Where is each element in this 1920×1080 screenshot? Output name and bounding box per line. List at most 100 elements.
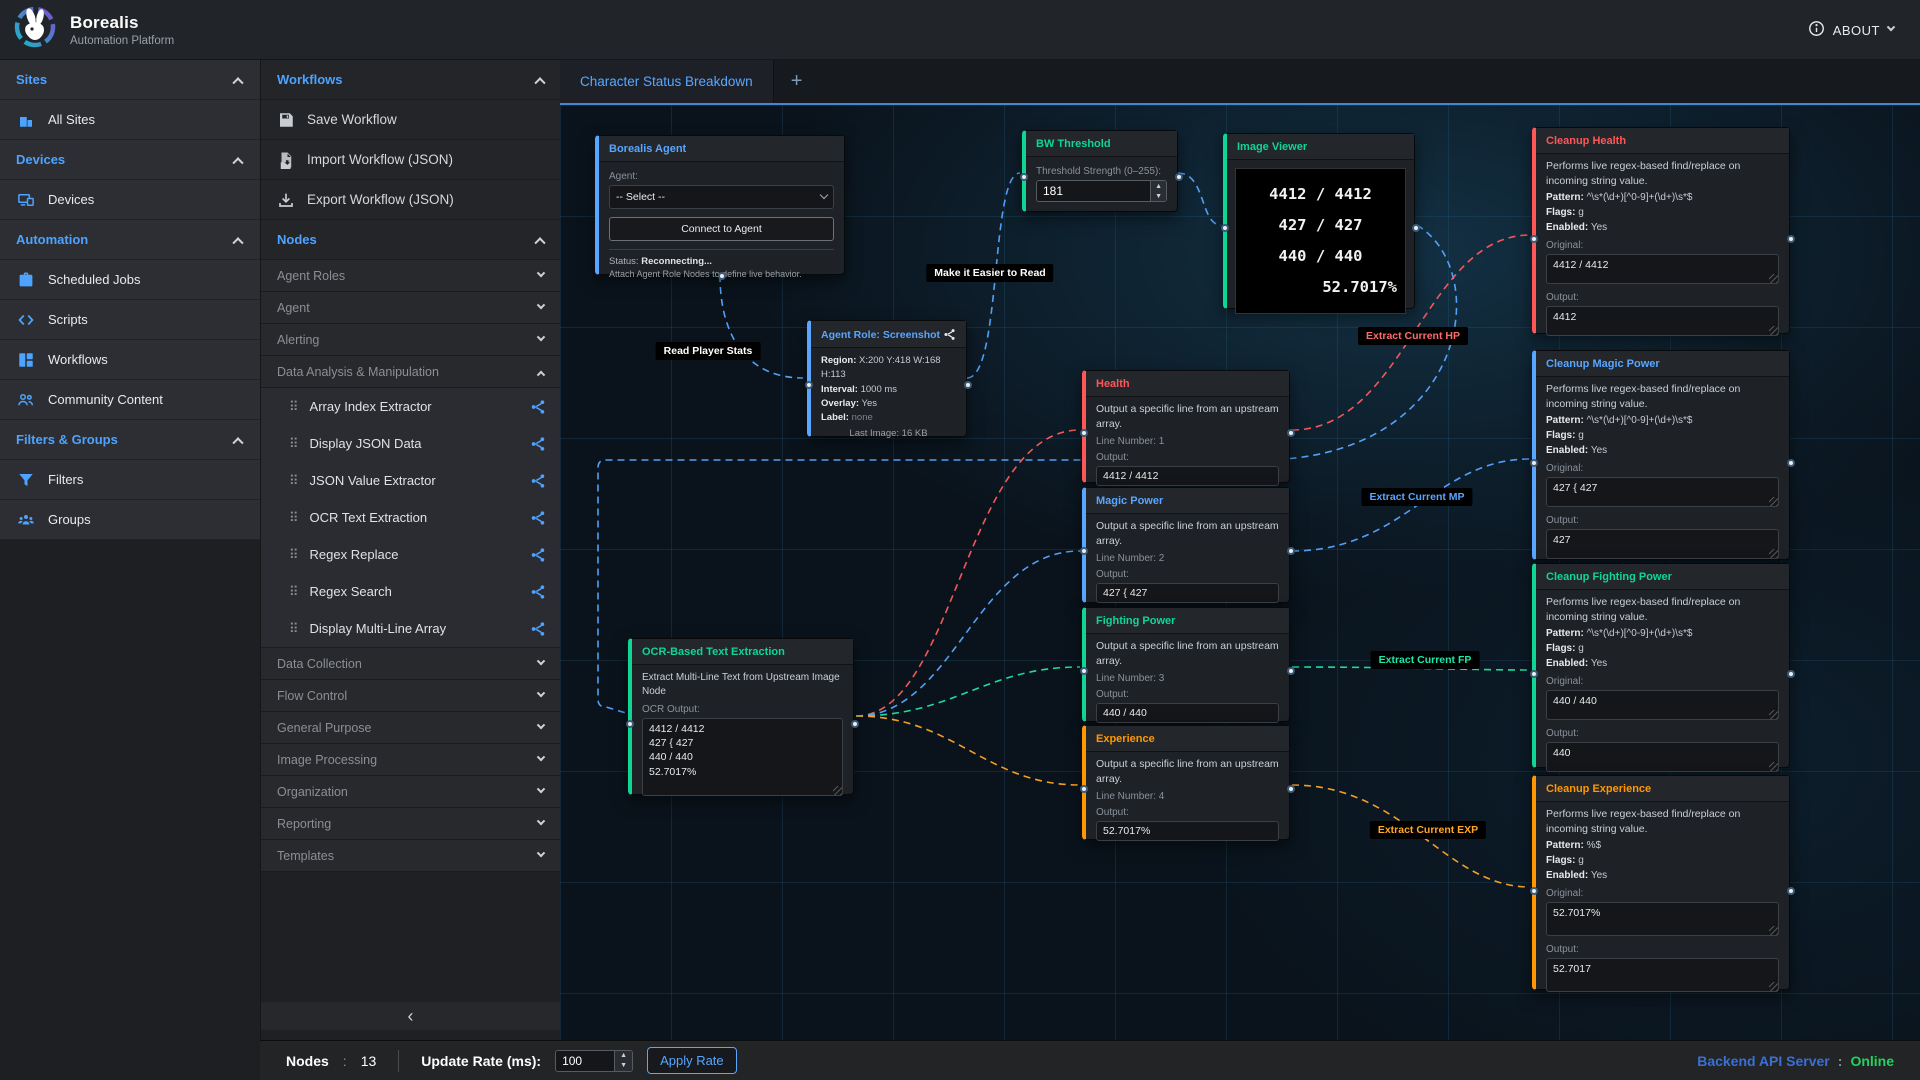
original-textarea[interactable]: 4412 / 4412 xyxy=(1546,254,1779,284)
node-fighting-power[interactable]: Fighting Power Output a specific line fr… xyxy=(1082,607,1290,722)
drag-handle-icon[interactable]: ⠿ xyxy=(289,510,298,526)
share-icon[interactable] xyxy=(530,621,546,637)
category-flow-control[interactable]: Flow Control xyxy=(261,680,560,712)
sidebar-item-all-sites[interactable]: All Sites xyxy=(0,100,260,140)
number-stepper[interactable]: ▲▼ xyxy=(614,1051,632,1071)
node-agent-role-screenshot[interactable]: Agent Role: Screenshot Region: X:200 Y:4… xyxy=(807,320,967,437)
category-templates[interactable]: Templates xyxy=(261,840,560,872)
palette-node-display-multi-line-array[interactable]: ⠿ Display Multi-Line Array xyxy=(261,610,560,647)
sidebar-section-sites[interactable]: Sites xyxy=(0,60,260,100)
output-field[interactable] xyxy=(1096,583,1279,603)
new-tab-button[interactable]: + xyxy=(774,60,820,103)
connector-dot[interactable] xyxy=(805,381,813,389)
category-agent[interactable]: Agent xyxy=(261,292,560,324)
node-borealis-agent[interactable]: Borealis Agent Agent: -- Select -- Conne… xyxy=(595,135,845,275)
agent-select[interactable]: -- Select -- xyxy=(609,185,834,209)
connector-dot[interactable] xyxy=(1287,667,1295,675)
sidebar-item-scripts[interactable]: Scripts xyxy=(0,300,260,340)
node-image-viewer[interactable]: Image Viewer 4412 / 4412 427 / 427 440 /… xyxy=(1223,133,1415,309)
share-icon[interactable] xyxy=(530,510,546,526)
drag-handle-icon[interactable]: ⠿ xyxy=(289,399,298,415)
connector-dot[interactable] xyxy=(1530,670,1538,678)
threshold-input[interactable] xyxy=(1037,181,1150,201)
node-health[interactable]: Health Output a specific line from an up… xyxy=(1082,370,1290,483)
drag-handle-icon[interactable]: ⠿ xyxy=(289,547,298,563)
category-organization[interactable]: Organization xyxy=(261,776,560,808)
category-agent-roles[interactable]: Agent Roles xyxy=(261,260,560,292)
connector-dot[interactable] xyxy=(1080,429,1088,437)
sidebar-section-filters-groups[interactable]: Filters & Groups xyxy=(0,420,260,460)
sidebar-item-community-content[interactable]: Community Content xyxy=(0,380,260,420)
connector-dot[interactable] xyxy=(1530,235,1538,243)
connector-dot[interactable] xyxy=(718,272,726,280)
import-workflow-button[interactable]: Import Workflow (JSON) xyxy=(261,140,560,180)
connector-dot[interactable] xyxy=(851,720,859,728)
palette-node-ocr-text-extraction[interactable]: ⠿ OCR Text Extraction xyxy=(261,499,560,536)
output-textarea[interactable]: 4412 xyxy=(1546,306,1779,336)
tab-character-status-breakdown[interactable]: Character Status Breakdown xyxy=(560,60,774,103)
node-cleanup-magic-power[interactable]: Cleanup Magic Power Performs live regex-… xyxy=(1532,350,1790,560)
node-cleanup-fighting-power[interactable]: Cleanup Fighting Power Performs live reg… xyxy=(1532,563,1790,768)
workflow-canvas[interactable]: Read Player Stats Make it Easier to Read… xyxy=(560,105,1920,1040)
original-textarea[interactable]: 440 / 440 xyxy=(1546,690,1779,720)
node-ocr-text-extraction[interactable]: OCR-Based Text Extraction Extract Multi-… xyxy=(628,638,854,795)
sidebar-item-workflows[interactable]: Workflows xyxy=(0,340,260,380)
node-bw-threshold[interactable]: BW Threshold Threshold Strength (0–255):… xyxy=(1022,130,1178,212)
export-workflow-button[interactable]: Export Workflow (JSON) xyxy=(261,180,560,220)
share-icon[interactable] xyxy=(530,547,546,563)
palette-node-json-value-extractor[interactable]: ⠿ JSON Value Extractor xyxy=(261,462,560,499)
connector-dot[interactable] xyxy=(964,381,972,389)
save-workflow-button[interactable]: Save Workflow xyxy=(261,100,560,140)
ocr-output-textarea[interactable]: 4412 / 4412 427 { 427 440 / 440 52.7017% xyxy=(642,718,843,796)
node-cleanup-health[interactable]: Cleanup Health Performs live regex-based… xyxy=(1532,127,1790,334)
palette-node-regex-replace[interactable]: ⠿ Regex Replace xyxy=(261,536,560,573)
connector-dot[interactable] xyxy=(1530,887,1538,895)
update-rate-input[interactable] xyxy=(556,1051,614,1071)
collapse-sidebar-button[interactable]: ‹ xyxy=(261,1002,560,1030)
category-reporting[interactable]: Reporting xyxy=(261,808,560,840)
category-data-collection[interactable]: Data Collection xyxy=(261,648,560,680)
share-icon[interactable] xyxy=(530,473,546,489)
category-data-analysis[interactable]: Data Analysis & Manipulation xyxy=(261,356,560,388)
category-general-purpose[interactable]: General Purpose xyxy=(261,712,560,744)
drag-handle-icon[interactable]: ⠿ xyxy=(289,473,298,489)
connector-dot[interactable] xyxy=(1175,173,1183,181)
output-textarea[interactable]: 427 xyxy=(1546,529,1779,559)
sidebar-item-filters[interactable]: Filters xyxy=(0,460,260,500)
connect-to-agent-button[interactable]: Connect to Agent xyxy=(609,217,834,241)
sidebar-item-groups[interactable]: Groups xyxy=(0,500,260,540)
output-field[interactable] xyxy=(1096,703,1279,723)
connector-dot[interactable] xyxy=(1787,887,1795,895)
connector-dot[interactable] xyxy=(1020,173,1028,181)
output-field[interactable] xyxy=(1096,466,1279,486)
sidebar-item-devices[interactable]: Devices xyxy=(0,180,260,220)
palette-node-regex-search[interactable]: ⠿ Regex Search xyxy=(261,573,560,610)
apply-rate-button[interactable]: Apply Rate xyxy=(647,1047,737,1074)
palette-section-nodes[interactable]: Nodes xyxy=(261,220,560,260)
connector-dot[interactable] xyxy=(626,720,634,728)
drag-handle-icon[interactable]: ⠿ xyxy=(289,584,298,600)
original-textarea[interactable]: 427 { 427 xyxy=(1546,477,1779,507)
connector-dot[interactable] xyxy=(1080,667,1088,675)
palette-section-workflows[interactable]: Workflows xyxy=(261,60,560,100)
palette-node-display-json-data[interactable]: ⠿ Display JSON Data xyxy=(261,425,560,462)
output-field[interactable] xyxy=(1096,821,1279,841)
share-icon[interactable] xyxy=(530,399,546,415)
original-textarea[interactable]: 52.7017% xyxy=(1546,902,1779,936)
share-icon[interactable] xyxy=(530,584,546,600)
node-magic-power[interactable]: Magic Power Output a specific line from … xyxy=(1082,487,1290,603)
output-textarea[interactable]: 52.7017 xyxy=(1546,958,1779,992)
node-experience[interactable]: Experience Output a specific line from a… xyxy=(1082,725,1290,840)
share-icon[interactable] xyxy=(943,328,956,341)
drag-handle-icon[interactable]: ⠿ xyxy=(289,621,298,637)
sidebar-item-scheduled-jobs[interactable]: Scheduled Jobs xyxy=(0,260,260,300)
connector-dot[interactable] xyxy=(1287,429,1295,437)
connector-dot[interactable] xyxy=(1787,235,1795,243)
drag-handle-icon[interactable]: ⠿ xyxy=(289,436,298,452)
category-alerting[interactable]: Alerting xyxy=(261,324,560,356)
number-stepper[interactable]: ▲▼ xyxy=(1150,181,1166,201)
output-textarea[interactable]: 440 xyxy=(1546,742,1779,772)
category-image-processing[interactable]: Image Processing xyxy=(261,744,560,776)
connector-dot[interactable] xyxy=(1080,785,1088,793)
share-icon[interactable] xyxy=(530,436,546,452)
